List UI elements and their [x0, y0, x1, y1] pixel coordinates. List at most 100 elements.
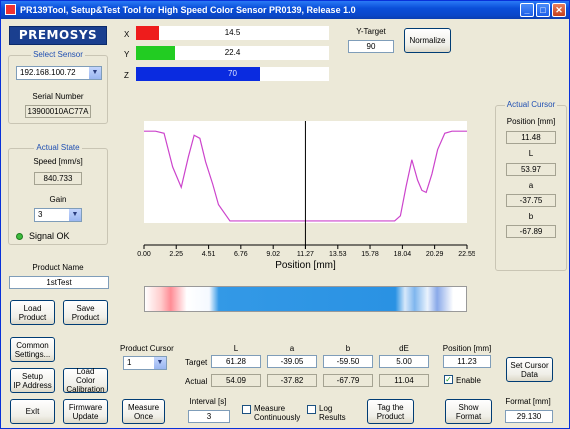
- header-b: b: [345, 344, 351, 353]
- app-icon: [5, 4, 16, 15]
- x-bar-label: X: [124, 30, 130, 39]
- x-tick-label: 15.78: [361, 251, 379, 258]
- x-axis-title: Position [mm]: [275, 260, 336, 271]
- signal-status-text: Signal OK: [29, 231, 70, 241]
- y-target-label: Y-Target: [356, 27, 386, 36]
- x-tick-label: 18.04: [394, 251, 412, 258]
- product-cursor-select[interactable]: 1 ▼: [123, 356, 167, 370]
- y-bar: 22.4: [136, 46, 329, 60]
- measure-continuously-label: Measure Continuously: [254, 404, 301, 422]
- enable-label: Enable: [456, 376, 481, 385]
- x-tick-label: 11.27: [297, 251, 314, 258]
- actual-cursor-title: Actual Cursor: [504, 100, 558, 109]
- x-bar: 14.5: [136, 26, 329, 40]
- title-bar[interactable]: PR139Tool, Setup&Test Tool for High Spee…: [1, 1, 569, 19]
- z-bar-value: 70: [228, 69, 237, 78]
- log-results-checkbox[interactable]: [307, 405, 316, 414]
- x-tick-label: 6.76: [234, 251, 248, 258]
- gain-select[interactable]: 3 ▼: [34, 208, 82, 222]
- serial-number-field: 13900010AC77A: [25, 105, 91, 118]
- minimize-button[interactable]: _: [520, 3, 534, 17]
- cursor-position-label: Position [mm]: [506, 117, 556, 126]
- sensor-select[interactable]: 192.168.100.72 ▼: [16, 66, 102, 80]
- close-button[interactable]: ✕: [552, 3, 566, 17]
- measure-continuously-checkbox[interactable]: [242, 405, 251, 414]
- cursor-b-field: -67.89: [506, 225, 556, 238]
- interval-label: Interval [s]: [189, 397, 227, 406]
- check-icon: ✓: [445, 375, 452, 384]
- actual-state-title: Actual State: [34, 143, 82, 152]
- gain-select-value: 3: [38, 210, 43, 219]
- y-bar-value: 22.4: [224, 48, 241, 57]
- setup-ip-address-button[interactable]: Setup IP Address: [10, 368, 55, 393]
- header-a: a: [289, 344, 295, 353]
- maximize-button[interactable]: □: [536, 3, 550, 17]
- product-name-label: Product Name: [32, 263, 84, 272]
- cursor-l-field: 53.97: [506, 163, 556, 176]
- target-row-label: Target: [185, 358, 208, 367]
- x-tick-label: 4.51: [202, 251, 216, 258]
- cursor-l-label: L: [528, 149, 534, 158]
- product-name-input[interactable]: 1stTest: [9, 276, 109, 289]
- z-bar-label: Z: [124, 71, 129, 80]
- cursor-b-label: b: [528, 212, 534, 221]
- x-tick-label: 22.55: [458, 251, 475, 258]
- enable-checkbox[interactable]: ✓: [444, 375, 453, 384]
- cursor-position-field: 11.48: [506, 131, 556, 144]
- header-l: L: [233, 344, 239, 353]
- minimize-icon: _: [524, 5, 530, 15]
- interval-input[interactable]: 3: [188, 410, 230, 423]
- target-de-input[interactable]: 5.00: [379, 355, 429, 368]
- set-cursor-data-button[interactable]: Set Cursor Data: [506, 357, 553, 382]
- color-strip: [144, 286, 467, 312]
- sensor-select-value: 192.168.100.72: [20, 68, 76, 77]
- load-product-button[interactable]: Load Product: [10, 300, 55, 325]
- actual-b-field: -67.79: [323, 374, 373, 387]
- actual-row-label: Actual: [185, 377, 208, 386]
- chevron-down-icon: ▼: [153, 357, 166, 369]
- target-l-input[interactable]: 61.28: [211, 355, 261, 368]
- position-chart[interactable]: 0.00 2.25 4.51 6.76 9.02 11.27 13.53 15.78 18.04…: [129, 105, 475, 275]
- product-cursor-value: 1: [127, 358, 132, 367]
- firmware-update-button[interactable]: Firmware Update: [63, 399, 108, 424]
- close-icon: ✕: [555, 5, 563, 15]
- serial-number-label: Serial Number: [32, 92, 84, 101]
- select-sensor-title: Select Sensor: [31, 50, 85, 59]
- target-b-input[interactable]: -59.50: [323, 355, 373, 368]
- actual-l-field: 54.09: [211, 374, 261, 387]
- x-bar-value: 14.5: [224, 28, 241, 37]
- format-label: Format [mm]: [505, 397, 551, 406]
- header-position: Position [mm]: [442, 344, 492, 353]
- window-title: PR139Tool, Setup&Test Tool for High Spee…: [20, 5, 356, 15]
- chevron-down-icon: ▼: [88, 67, 101, 79]
- measure-once-button[interactable]: Measure Once: [122, 399, 165, 424]
- premosys-logo: PREMOSYS: [9, 26, 107, 45]
- x-tick-label: 0.00: [137, 251, 151, 258]
- format-input[interactable]: 29.130: [505, 410, 553, 423]
- x-tick-label: 9.02: [266, 251, 280, 258]
- speed-label: Speed [mm/s]: [33, 157, 83, 166]
- product-cursor-label: Product Cursor: [120, 344, 174, 353]
- cursor-a-field: -37.75: [506, 194, 556, 207]
- signal-led-icon: [16, 233, 23, 240]
- tag-product-button[interactable]: Tag the Product: [367, 399, 414, 424]
- normalize-button[interactable]: Normalize: [404, 28, 451, 53]
- save-product-button[interactable]: Save Product: [63, 300, 108, 325]
- app-window: PR139Tool, Setup&Test Tool for High Spee…: [0, 0, 570, 429]
- y-bar-label: Y: [124, 50, 130, 59]
- x-tick-label: 2.25: [169, 251, 183, 258]
- cursor-a-label: a: [528, 181, 534, 190]
- common-settings-button[interactable]: Common Settings...: [10, 337, 55, 362]
- target-position-input[interactable]: 11.23: [443, 355, 491, 368]
- show-format-button[interactable]: Show Format: [445, 399, 492, 424]
- x-tick-label: 20.29: [426, 251, 444, 258]
- actual-de-field: 11.04: [379, 374, 429, 387]
- speed-field: 840.733: [34, 172, 82, 185]
- logo-text: PREMOSYS: [18, 28, 98, 42]
- y-target-input[interactable]: 90: [348, 40, 394, 53]
- exit-button[interactable]: ExIt: [10, 399, 55, 424]
- load-color-calibration-button[interactable]: Load Color Calibration: [63, 367, 108, 394]
- target-a-input[interactable]: -39.05: [267, 355, 317, 368]
- gain-label: Gain: [49, 195, 67, 204]
- z-bar: 70: [136, 67, 329, 81]
